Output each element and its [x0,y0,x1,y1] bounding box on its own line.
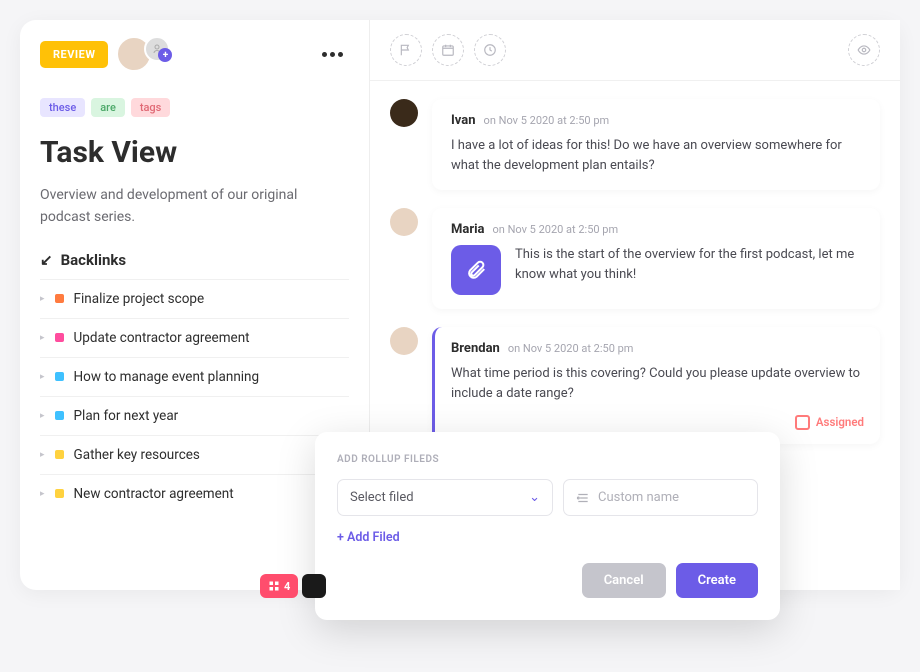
color-dot [55,489,64,498]
comment-body: What time period is this covering? Could… [451,364,864,404]
backlink-item[interactable]: ▸ Plan for next year [40,396,349,435]
eye-icon[interactable] [848,34,880,66]
backlink-item[interactable]: ▸ Update contractor agreement [40,318,349,357]
app-badge[interactable] [302,574,326,598]
header-left: REVIEW + [20,20,369,88]
app-window: REVIEW + these are tags Task View Overvi… [20,20,900,590]
comment-body: This is the start of the overview for th… [515,245,864,285]
more-menu-icon[interactable] [316,46,349,63]
notification-badge[interactable]: 4 [260,574,298,598]
comment: Brendan on Nov 5 2020 at 2:50 pm What tim… [390,327,880,443]
color-dot [55,372,64,381]
comment-card: Ivan on Nov 5 2020 at 2:50 pm I have a lo… [432,99,880,190]
add-rollup-modal: ADD ROLLUP FILEDS Select filed ⌄ Custom … [315,432,780,620]
caret-icon: ▸ [40,294,45,304]
avatar[interactable] [390,99,418,127]
plus-icon: + [158,48,172,62]
header-right [370,20,900,81]
comment-body: I have a lot of ideas for this! Do we ha… [451,136,864,176]
grid-icon [268,580,280,592]
comment: Maria on Nov 5 2020 at 2:50 pm This is th… [390,208,880,309]
checkbox-icon[interactable] [795,415,810,430]
review-badge[interactable]: REVIEW [40,41,108,68]
comment-author: Ivan [451,113,476,128]
comment-time: on Nov 5 2020 at 2:50 pm [493,223,619,236]
assigned-badge[interactable]: Assigned [451,415,864,430]
avatar-group[interactable]: + [116,36,170,72]
comment-card: Brendan on Nov 5 2020 at 2:50 pm What tim… [432,327,880,443]
select-field-dropdown[interactable]: Select filed ⌄ [337,479,553,516]
comment: Ivan on Nov 5 2020 at 2:50 pm I have a lo… [390,99,880,190]
tag[interactable]: tags [131,98,171,117]
attachment-icon[interactable] [451,245,501,295]
backlink-item[interactable]: ▸ New contractor agreement [40,474,349,513]
backlinks-title: Backlinks [61,251,127,269]
backlink-item[interactable]: ▸ Finalize project scope [40,279,349,318]
avatar-add[interactable]: + [144,36,170,62]
color-dot [55,411,64,420]
comment-author: Maria [451,222,485,237]
create-button[interactable]: Create [676,563,758,598]
backlinks-header[interactable]: ↙ Backlinks [40,251,349,269]
modal-title: ADD ROLLUP FILEDS [337,454,758,465]
backlink-label: Update contractor agreement [74,330,250,346]
custom-name-input[interactable]: Custom name [563,479,758,516]
backlink-label: New contractor agreement [74,486,234,502]
footer-badges: 4 [260,574,326,598]
select-placeholder: Select filed [350,490,414,505]
chevron-down-icon: ⌄ [529,490,540,505]
assigned-label: Assigned [816,415,864,429]
caret-icon: ▸ [40,450,45,460]
avatar[interactable] [390,208,418,236]
clock-icon[interactable] [474,34,506,66]
task-description: Overview and development of our original… [40,184,349,229]
comment-author: Brendan [451,341,500,356]
backlink-item[interactable]: ▸ How to manage event planning [40,357,349,396]
backlinks-list: ▸ Finalize project scope ▸ Update contracto… [40,279,349,513]
tag[interactable]: these [40,98,85,117]
tag[interactable]: are [91,98,125,117]
caret-icon: ▸ [40,333,45,343]
caret-icon: ▸ [40,411,45,421]
comment-time: on Nov 5 2020 at 2:50 pm [484,114,610,127]
comment-time: on Nov 5 2020 at 2:50 pm [508,342,634,355]
caret-icon: ▸ [40,372,45,382]
comment-card: Maria on Nov 5 2020 at 2:50 pm This is th… [432,208,880,309]
color-dot [55,450,64,459]
backlink-item[interactable]: ▸Gather key resources+ [40,435,349,474]
backlink-label: How to manage event planning [74,369,260,385]
flag-icon[interactable] [390,34,422,66]
add-field-link[interactable]: + Add Filed [337,530,758,545]
badge-count: 4 [284,580,290,593]
backlink-label: Plan for next year [74,408,179,424]
tags-row: these are tags [40,98,349,117]
avatar[interactable] [390,327,418,355]
cancel-button[interactable]: Cancel [582,563,666,598]
color-dot [55,294,64,303]
calendar-icon[interactable] [432,34,464,66]
settings-icon [576,491,590,505]
backlink-label: Finalize project scope [74,291,205,307]
task-title: Task View [40,135,349,170]
caret-icon: ▸ [40,489,45,499]
custom-placeholder: Custom name [598,490,679,505]
color-dot [55,333,64,342]
expand-icon: ↙ [40,251,53,269]
backlink-label: Gather key resources [74,447,200,463]
